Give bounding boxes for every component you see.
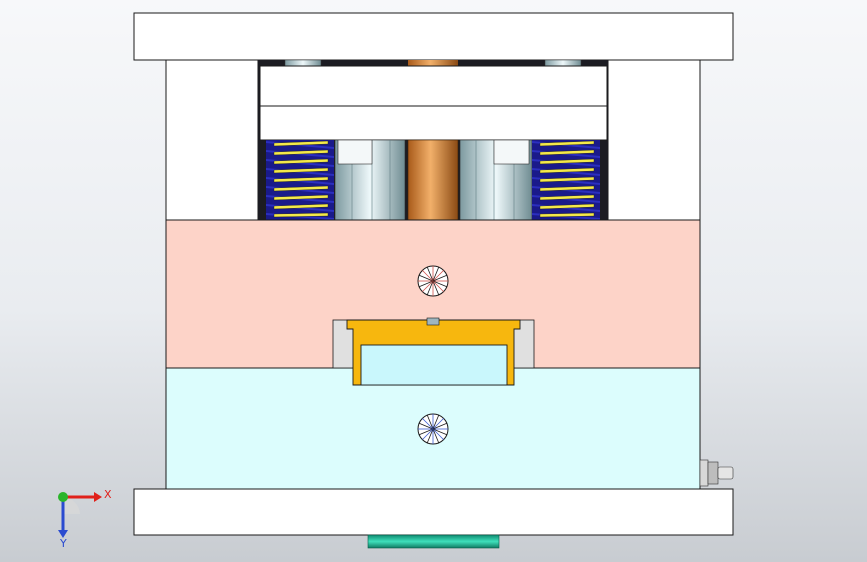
support-block-left[interactable] — [165, 59, 259, 221]
triad-y-label: Y — [59, 537, 67, 550]
bottom-clamp-plate[interactable] — [133, 488, 734, 536]
cooling-fitting[interactable] — [699, 459, 734, 487]
guide-pin-right — [459, 139, 533, 221]
pin-head-1 — [284, 59, 322, 67]
molded-part[interactable] — [346, 317, 521, 386]
ejector-plate[interactable] — [259, 105, 608, 141]
triad-x-label: X — [104, 488, 112, 501]
support-block-right[interactable] — [607, 59, 701, 221]
core-screw-symbol — [417, 413, 449, 445]
graphics-viewport[interactable]: X Y — [0, 0, 867, 562]
spring-right — [532, 140, 600, 220]
spring-left — [266, 140, 334, 220]
pin-head-2 — [544, 59, 582, 67]
coordinate-triad-icon: X Y — [58, 488, 112, 550]
sprue-head — [408, 60, 458, 66]
cavity-screw-symbol — [417, 265, 449, 297]
locating-ring[interactable] — [367, 534, 500, 549]
sprue-bushing[interactable] — [407, 139, 459, 221]
ejector-retainer-plate[interactable] — [259, 65, 608, 107]
guide-pin-left — [334, 139, 406, 221]
top-clamp-plate[interactable] — [133, 12, 734, 61]
